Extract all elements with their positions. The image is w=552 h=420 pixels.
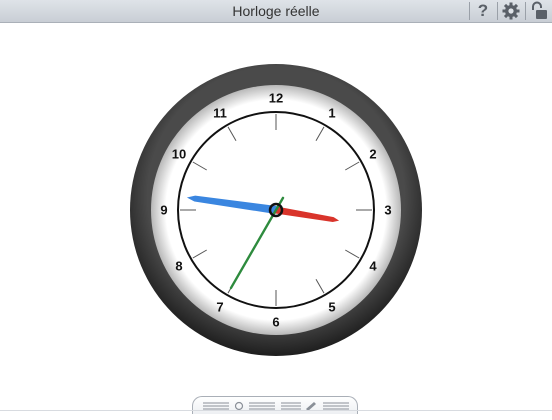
mode-tray <box>192 396 358 414</box>
clock-number-5: 5 <box>328 299 335 314</box>
clock-number-9: 9 <box>160 203 167 218</box>
clock-number-3: 3 <box>384 203 391 218</box>
clock-number-6: 6 <box>272 315 279 330</box>
clock-number-4: 4 <box>369 259 377 274</box>
clock: 12 1 2 3 4 5 6 7 8 9 10 11 <box>130 64 422 356</box>
clock-number-7: 7 <box>216 299 223 314</box>
pencil-icon <box>281 402 349 411</box>
clock-number-11: 11 <box>213 106 227 121</box>
tray-tab-edit[interactable] <box>279 397 355 415</box>
clock-number-12: 12 <box>269 91 283 106</box>
clock-number-2: 2 <box>369 147 376 162</box>
clock-number-1: 1 <box>328 106 335 121</box>
tray-tab-clock[interactable] <box>197 397 277 415</box>
bottom-border <box>0 410 552 411</box>
clock-icon <box>203 401 275 411</box>
clock-number-8: 8 <box>175 259 182 274</box>
clock-number-10: 10 <box>172 147 186 162</box>
